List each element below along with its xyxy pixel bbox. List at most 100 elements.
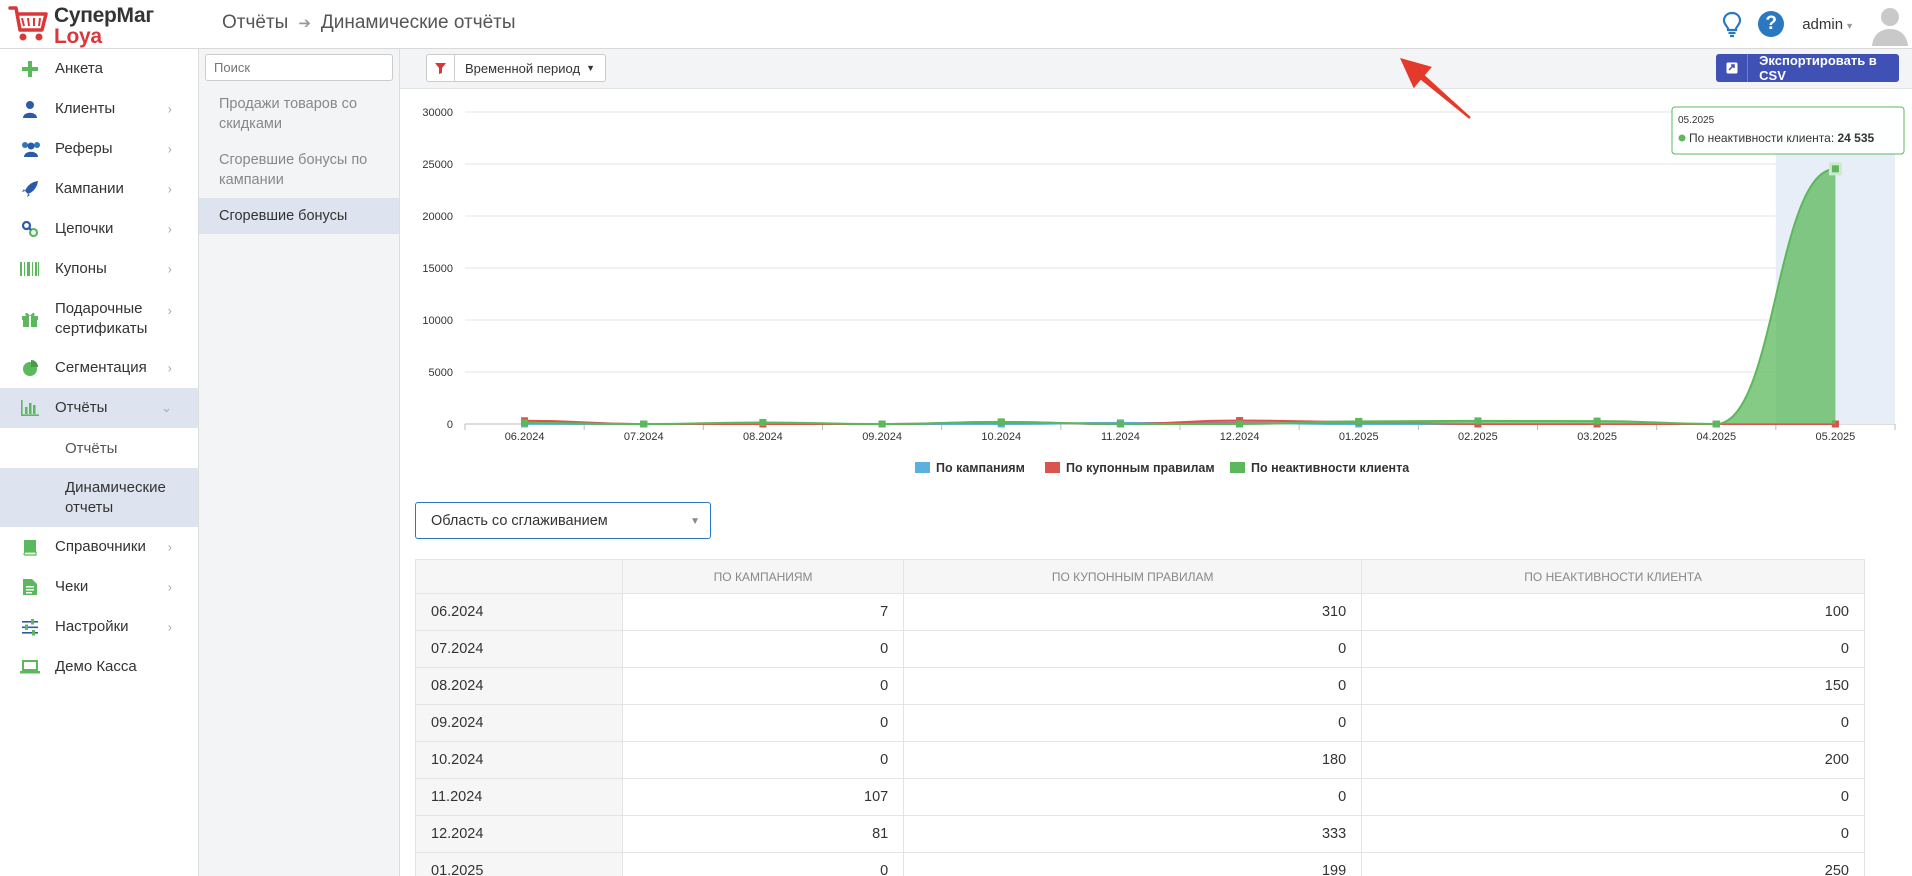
sidebar-item-settings[interactable]: Настройки ›: [0, 607, 198, 647]
table-row: 01.2025 0 199 250: [415, 852, 1865, 876]
legend-item[interactable]: По кампаниям: [915, 461, 1025, 475]
chevron-right-icon: ›: [167, 539, 172, 555]
table-cell: 7: [621, 593, 905, 631]
annotation-arrow: [1400, 58, 1471, 119]
table-cell: 180: [903, 741, 1363, 779]
sidebar-item-label: Справочники: [55, 538, 146, 555]
table-header-empty: [415, 559, 623, 594]
lightbulb-icon[interactable]: [1718, 10, 1746, 38]
help-icon[interactable]: ?: [1758, 11, 1785, 37]
data-point: [521, 419, 529, 427]
legend-label: По купонным правилам: [1066, 461, 1215, 475]
data-point: [1593, 417, 1601, 425]
table-cell: 0: [1361, 704, 1865, 742]
rocket-icon: [20, 179, 40, 199]
y-tick-label: 15000: [422, 263, 453, 275]
legend-label: По неактивности клиента: [1251, 461, 1410, 475]
sidebar-item-label: Настройки: [55, 618, 129, 635]
x-tick-label: 03.2025: [1577, 431, 1617, 443]
sidebar-item-coupons[interactable]: Купоны ›: [0, 249, 198, 289]
row-period: 09.2024: [415, 704, 623, 742]
chart-series: [521, 162, 1842, 428]
table-header-row: По кампаниям По купонным правилам По неа…: [415, 559, 1865, 594]
sidebar-item-label: Реферы: [55, 140, 113, 157]
sidebar-subitem-reports[interactable]: Отчёты: [0, 428, 198, 468]
chart-type-select[interactable]: Область со сглаживанием ▼: [415, 502, 711, 539]
x-axis-ticks: 06.2024 07.2024 08.2024 09.2024 10.2024 11.20…: [464, 424, 1896, 443]
legend-label: По кампаниям: [936, 461, 1025, 475]
pie-chart-icon: [20, 358, 40, 378]
legend-swatch: [915, 462, 930, 473]
sidebar-subitem-label: Отчёты: [65, 439, 118, 457]
sliders-icon: [20, 617, 40, 637]
table-cell: 0: [1361, 630, 1865, 668]
table-cell: 0: [621, 852, 905, 876]
caret-down-icon: ▼: [690, 516, 700, 527]
avatar[interactable]: [1868, 2, 1912, 46]
sidebar-item-referers[interactable]: Реферы ›: [0, 129, 198, 169]
breadcrumb: Отчёты ➔ Динамические отчёты: [222, 12, 516, 34]
report-item-discount-sales[interactable]: Продажи товаров со скидками: [199, 86, 399, 142]
table-header[interactable]: По купонным правилам: [903, 559, 1363, 594]
user-menu[interactable]: admin ▼: [1802, 16, 1854, 33]
x-tick-label: 06.2024: [505, 431, 545, 443]
sidebar-item-gift-certificates[interactable]: Подарочные сертификаты ›: [0, 289, 198, 348]
red-arrow-shape: [1400, 58, 1471, 119]
sidebar-item-anketa[interactable]: Анкета: [0, 49, 198, 89]
sidebar-item-label: Кампании: [55, 180, 124, 197]
legend-item[interactable]: По купонным правилам: [1045, 461, 1215, 475]
arrow-right-icon: ➔: [298, 15, 311, 32]
row-period: 08.2024: [415, 667, 623, 705]
legend-swatch: [1045, 462, 1060, 473]
series-line: [524, 167, 1836, 426]
logo-line2: Loya: [54, 25, 102, 48]
breadcrumb-parent[interactable]: Отчёты: [222, 12, 288, 34]
app-logo[interactable]: СуперМаг Loya: [8, 4, 198, 48]
series-area: [524, 168, 1836, 424]
receipt-icon: [20, 577, 40, 597]
table-row: 08.2024 0 0 150: [415, 667, 1865, 705]
link-icon: [20, 219, 40, 239]
row-period: 01.2025: [415, 852, 623, 876]
chevron-right-icon: ›: [167, 101, 172, 117]
x-tick-label: 09.2024: [862, 431, 902, 443]
row-period: 12.2024: [415, 815, 623, 853]
data-point: [1474, 417, 1482, 425]
main-sidebar: Анкета Клиенты › Реферы › Кампании › Цеп…: [0, 49, 199, 876]
sidebar-item-label: Демо Касса: [55, 658, 137, 675]
book-icon: [20, 537, 40, 557]
legend-item[interactable]: По неактивности клиента: [1230, 461, 1410, 475]
chevron-down-icon: ▼: [1845, 20, 1854, 31]
table-cell: 0: [1361, 778, 1865, 816]
sidebar-item-segmentation[interactable]: Сегментация ›: [0, 348, 198, 388]
sidebar-item-clients[interactable]: Клиенты ›: [0, 89, 198, 129]
sidebar-item-demo-cash[interactable]: Демо Касса: [0, 647, 198, 687]
sidebar-item-reports[interactable]: Отчёты ⌄: [0, 388, 198, 428]
sidebar-item-chains[interactable]: Цепочки ›: [0, 209, 198, 249]
x-tick-label: 08.2024: [743, 431, 783, 443]
search-input[interactable]: [205, 54, 393, 81]
report-item-burned-bonuses-campaign[interactable]: Сгоревшие бонусы по кампании: [199, 142, 399, 198]
chevron-right-icon: ›: [167, 579, 172, 595]
table-cell: 0: [621, 630, 905, 668]
sidebar-item-label: Купоны: [55, 260, 107, 277]
table-cell: 199: [903, 852, 1363, 876]
data-point: [1236, 420, 1244, 428]
table-cell: 333: [903, 815, 1363, 853]
table-cell: 0: [621, 741, 905, 779]
table-cell: 0: [903, 704, 1363, 742]
user-icon: [20, 99, 40, 119]
sidebar-item-receipts[interactable]: Чеки ›: [0, 567, 198, 607]
sidebar-item-label: Отчёты: [55, 399, 108, 416]
row-period: 07.2024: [415, 630, 623, 668]
plus-icon: [20, 59, 40, 79]
sidebar-item-campaigns[interactable]: Кампании ›: [0, 169, 198, 209]
report-item-burned-bonuses[interactable]: Сгоревшие бонусы: [199, 198, 399, 234]
table-header[interactable]: По неактивности клиента: [1361, 559, 1865, 594]
data-table: По кампаниям По купонным правилам По неа…: [415, 559, 1865, 876]
y-tick-label: 0: [447, 419, 453, 431]
table-header[interactable]: По кампаниям: [621, 559, 905, 594]
sidebar-item-directories[interactable]: Справочники ›: [0, 527, 198, 567]
chart-legend: По кампаниям По купонным правилам По неакт…: [915, 461, 1410, 475]
sidebar-subitem-dynamic-reports[interactable]: Динамические отчеты: [0, 468, 198, 527]
